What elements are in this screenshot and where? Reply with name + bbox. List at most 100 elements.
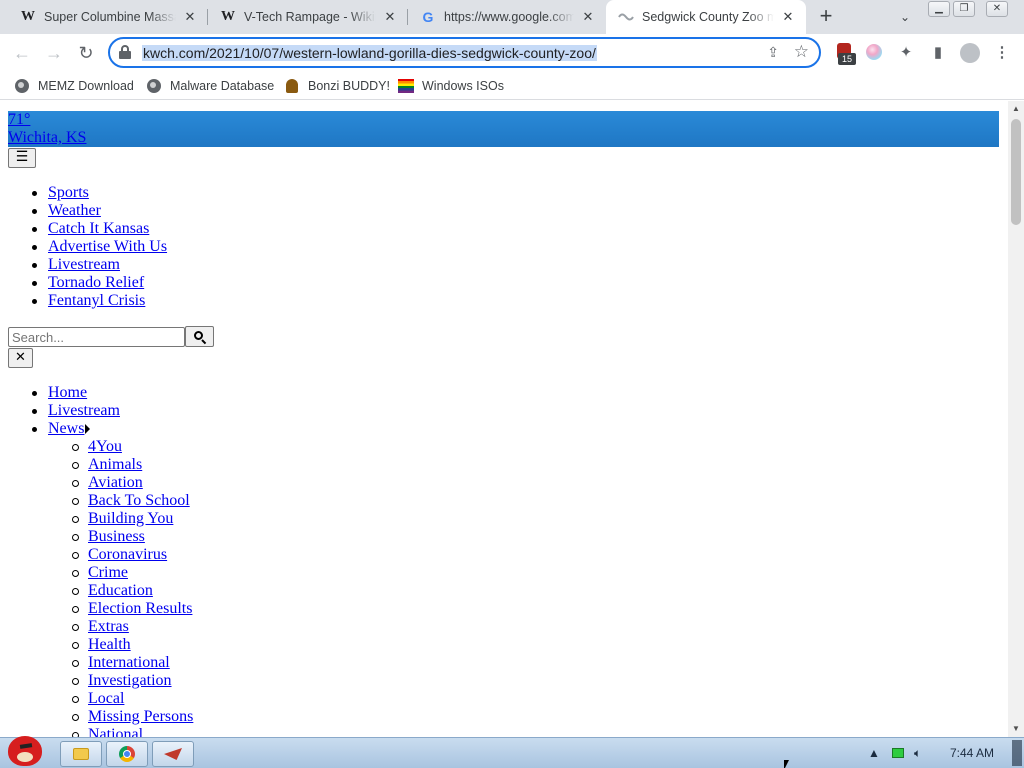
weather-bar: 71° Wichita, KS [8, 111, 999, 147]
news-sub-link-animals[interactable]: Animals [88, 456, 142, 473]
new-tab-button[interactable]: + [814, 5, 838, 29]
weather-location-link[interactable]: Wichita, KS [8, 129, 999, 147]
volume-icon[interactable]: 🔈︎ [914, 738, 921, 768]
bookmark-bonzi-buddy[interactable]: Bonzi BUDDY! [284, 76, 390, 96]
weather-temp-link[interactable]: 71° [8, 111, 999, 129]
nav-link-fentanyl-crisis[interactable]: Fentanyl Crisis [48, 292, 145, 309]
scroll-down-icon[interactable]: ▼ [1008, 721, 1024, 737]
clock[interactable]: 7:44 AM [950, 738, 994, 768]
page-scrollbar[interactable]: ▲ ▼ [1008, 101, 1024, 737]
lock-icon[interactable] [119, 45, 131, 59]
globe-icon [146, 78, 162, 94]
bookmark-windows-isos[interactable]: Windows ISOs [398, 76, 504, 96]
close-window-button[interactable]: ✕ [986, 1, 1008, 17]
globe-icon [14, 78, 30, 94]
news-sub-link-local[interactable]: Local [88, 690, 124, 707]
news-submenu-list: 4You Animals Aviation Back To School Buildin… [71, 438, 193, 737]
close-tab-icon[interactable]: ✕ [182, 9, 198, 25]
scrollbar-thumb[interactable] [1011, 119, 1021, 225]
news-sub-link-building-you[interactable]: Building You [88, 510, 173, 527]
top-nav-list: Sports Weather Catch It Kansas Advertise… [31, 184, 167, 310]
nav-link-weather[interactable]: Weather [48, 202, 101, 219]
main-nav-list: Home Livestream News [32, 384, 120, 438]
nav-link-livestream[interactable]: Livestream [48, 256, 120, 273]
back-button[interactable]: ← [9, 40, 35, 66]
news-sub-link-extras[interactable]: Extras [88, 618, 129, 635]
share-icon[interactable]: ⇪ [767, 44, 779, 61]
tab-title: https://www.google.com [444, 10, 574, 24]
hamburger-menu-button[interactable]: ☰ [8, 148, 36, 168]
mouse-cursor [784, 760, 789, 768]
search-input[interactable] [8, 327, 185, 347]
scroll-up-icon[interactable]: ▲ [1008, 101, 1024, 117]
start-button[interactable] [2, 730, 50, 768]
bookmark-label: Bonzi BUDDY! [308, 79, 390, 93]
news-sub-link-election-results[interactable]: Election Results [88, 600, 192, 617]
news-sub-link-international[interactable]: International [88, 654, 170, 671]
bookmark-malware-database[interactable]: Malware Database [146, 76, 274, 96]
profile-avatar[interactable] [960, 43, 980, 63]
tab-super-columbine[interactable]: W Super Columbine Massacre RPG! ✕ [8, 0, 208, 34]
list-item: Health [71, 636, 193, 654]
forward-button[interactable]: → [41, 40, 67, 66]
wikipedia-icon: W [21, 9, 35, 24]
taskbar-chrome-button[interactable] [106, 741, 148, 767]
news-sub-link-business[interactable]: Business [88, 528, 145, 545]
taskbar-explorer-button[interactable] [60, 741, 102, 767]
nav-link-sports[interactable]: Sports [48, 184, 89, 201]
minimize-button[interactable]: ▁ [928, 1, 950, 17]
puzzle-icon[interactable]: ✦ [896, 43, 916, 63]
close-menu-button[interactable]: ✕ [8, 348, 33, 368]
network-icon[interactable] [892, 738, 904, 768]
tab-sedgwick-zoo[interactable]: Sedgwick County Zoo mourns ✕ [606, 0, 806, 34]
bookmark-memz[interactable]: MEMZ Download [14, 76, 134, 96]
tab-google[interactable]: G https://www.google.com ✕ [408, 0, 606, 34]
reload-button[interactable]: ↻ [73, 40, 99, 66]
nav-link-tornado-relief[interactable]: Tornado Relief [48, 274, 144, 291]
list-item: Education [71, 582, 193, 600]
folder-icon [73, 748, 89, 760]
side-panel-icon[interactable]: ▮ [928, 43, 948, 63]
google-icon: G [422, 9, 434, 25]
nav-link-catch-it-kansas[interactable]: Catch It Kansas [48, 220, 149, 237]
list-item: Local [71, 690, 193, 708]
news-sub-link-back-to-school[interactable]: Back To School [88, 492, 190, 509]
news-sub-link-missing-persons[interactable]: Missing Persons [88, 708, 193, 725]
nav-link-news[interactable]: News [48, 420, 84, 437]
search-button[interactable] [185, 326, 214, 347]
list-item: Livestream [32, 402, 120, 420]
taskbar-app-button[interactable] [152, 741, 194, 767]
tab-search-button[interactable]: ⌄ [893, 6, 917, 28]
news-sub-link-coronavirus[interactable]: Coronavirus [88, 546, 167, 563]
news-sub-link-aviation[interactable]: Aviation [88, 474, 143, 491]
show-desktop-button[interactable] [1012, 740, 1022, 766]
news-sub-link-national[interactable]: National [88, 726, 143, 737]
list-item: Weather [31, 202, 167, 220]
list-item: Business [71, 528, 193, 546]
nav-link-advertise[interactable]: Advertise With Us [48, 238, 167, 255]
extension-orb-icon[interactable] [866, 44, 882, 60]
tab-vtech-rampage[interactable]: W V-Tech Rampage - Wikipedia ✕ [208, 0, 408, 34]
list-item: Sports [31, 184, 167, 202]
nav-link-livestream[interactable]: Livestream [48, 402, 120, 419]
caret-right-icon[interactable] [85, 424, 91, 435]
list-item: Home [32, 384, 120, 402]
address-bar[interactable]: kwch.com/2021/10/07/western-lowland-gori… [108, 37, 821, 68]
close-tab-icon[interactable]: ✕ [780, 9, 796, 25]
news-sub-link-education[interactable]: Education [88, 582, 153, 599]
bonzi-icon [284, 78, 300, 94]
restore-button[interactable]: ❐ [953, 1, 975, 17]
close-tab-icon[interactable]: ✕ [382, 9, 398, 25]
news-sub-link-health[interactable]: Health [88, 636, 131, 653]
close-tab-icon[interactable]: ✕ [580, 9, 596, 25]
kebab-menu-icon[interactable]: ⋮ [992, 43, 1012, 63]
url-text[interactable]: kwch.com/2021/10/07/western-lowland-gori… [142, 45, 597, 61]
news-sub-link-investigation[interactable]: Investigation [88, 672, 172, 689]
nav-link-home[interactable]: Home [48, 384, 87, 401]
page-viewport: 71° Wichita, KS ☰ Sports Weather Catch I… [0, 101, 1008, 737]
tray-overflow-icon[interactable]: ▲ [868, 738, 880, 768]
news-sub-link-crime[interactable]: Crime [88, 564, 128, 581]
news-sub-link-4you[interactable]: 4You [88, 438, 122, 455]
kwch-icon [618, 9, 634, 25]
bookmark-star-icon[interactable]: ☆ [794, 42, 809, 62]
